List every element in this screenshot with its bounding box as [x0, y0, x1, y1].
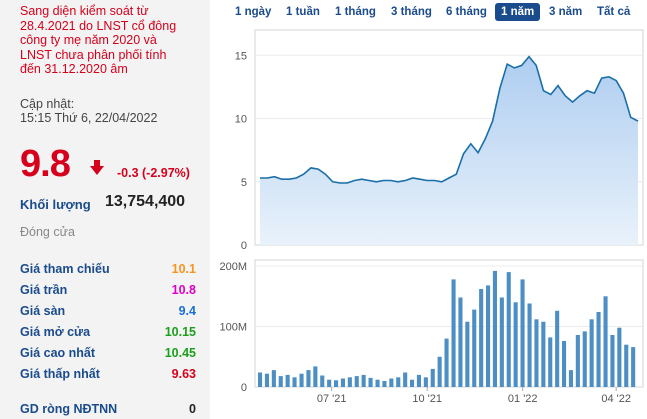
volume-bar [306, 370, 311, 387]
volume-bar [410, 379, 415, 387]
volume-bar [610, 335, 615, 387]
volume-bar [575, 335, 580, 387]
price-volume-charts: 0 5 10 15 0 100M 200M 07 '21 10 '21 01 '22 04 '22 [219, 29, 644, 405]
volume-x-tick-label: 01 '22 [508, 393, 538, 405]
volume-bar [430, 368, 435, 387]
volume-bar [320, 375, 325, 387]
volume-bar [555, 310, 560, 387]
volume-bar [506, 272, 511, 387]
volume-bar [568, 370, 573, 387]
volume-y-tick-label: 0 [241, 382, 247, 394]
volume-bar [603, 296, 608, 387]
volume-bar [354, 376, 359, 387]
volume-bar [451, 279, 456, 387]
volume-bar [334, 380, 339, 387]
volume-bar [403, 372, 408, 387]
volume-bar [285, 374, 290, 387]
volume-bar [520, 279, 525, 387]
volume-bar [499, 297, 504, 387]
volume-bar [327, 379, 332, 387]
volume-bar [375, 379, 380, 387]
volume-bar [340, 378, 345, 387]
volume-bar [313, 366, 318, 387]
price-y-tick-label: 0 [241, 240, 247, 252]
price-y-tick-label: 15 [235, 50, 247, 62]
volume-bar [617, 327, 622, 387]
volume-bar [527, 303, 532, 387]
volume-bar [292, 377, 297, 387]
volume-bar [264, 373, 269, 387]
volume-bar [347, 377, 352, 387]
volume-bar [458, 297, 463, 387]
volume-bar [541, 321, 546, 387]
volume-bar [624, 344, 629, 387]
volume-bar [368, 377, 373, 387]
volume-bar [513, 302, 518, 387]
volume-bar [437, 356, 442, 387]
volume-bar [562, 341, 567, 387]
volume-bar [492, 270, 497, 387]
volume-bar [278, 376, 283, 387]
volume-bar [534, 319, 539, 387]
volume-bar [416, 374, 421, 387]
volume-bar [472, 309, 477, 387]
volume-bar [423, 377, 428, 387]
volume-bar [389, 378, 394, 387]
volume-y-tick-label: 200M [219, 261, 247, 273]
volume-x-tick-label: 10 '21 [412, 393, 442, 405]
volume-bar [299, 373, 304, 387]
volume-bar [596, 312, 601, 387]
volume-bar [271, 370, 276, 387]
volume-bar [486, 285, 491, 387]
volume-bar [361, 374, 366, 387]
price-y-tick-label: 5 [241, 177, 247, 189]
volume-bar [396, 377, 401, 387]
volume-bar [382, 381, 387, 387]
volume-bar [258, 372, 263, 387]
volume-bar [631, 347, 636, 387]
price-y-tick-label: 10 [235, 114, 247, 126]
volume-bar [582, 331, 587, 387]
volume-bar [479, 289, 484, 387]
volume-bar [465, 321, 470, 387]
volume-x-tick-label: 07 '21 [317, 393, 347, 405]
volume-y-tick-label: 100M [219, 322, 247, 334]
volume-bar [444, 338, 449, 387]
volume-bar [589, 319, 594, 387]
volume-bar [548, 337, 553, 387]
volume-x-tick-label: 04 '22 [601, 393, 631, 405]
